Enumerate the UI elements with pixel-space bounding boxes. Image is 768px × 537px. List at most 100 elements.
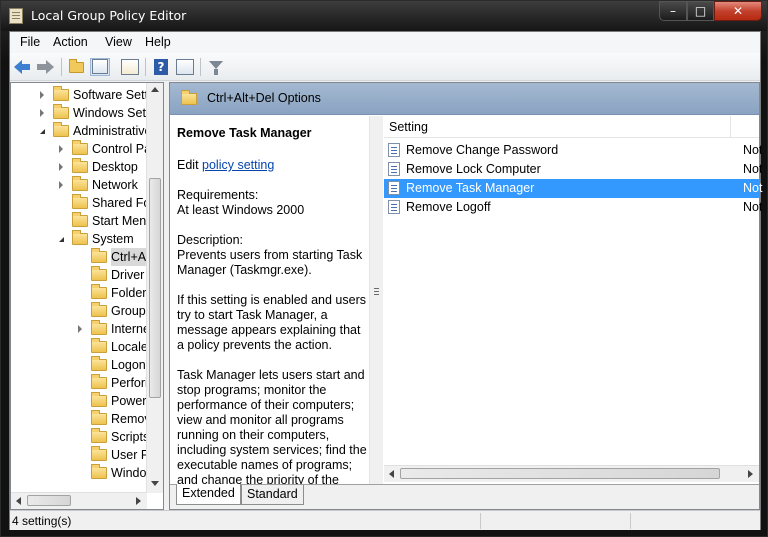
- forward-arrow-icon[interactable]: [36, 58, 56, 76]
- tab-extended[interactable]: Extended: [176, 484, 241, 505]
- collapsed-arrow-icon[interactable]: [40, 109, 44, 117]
- tree-node[interactable]: Windows Sett: [11, 104, 150, 122]
- category-title: Ctrl+Alt+Del Options: [207, 91, 321, 105]
- close-button[interactable]: ✕: [714, 1, 762, 21]
- title-bar[interactable]: Local Group Policy Editor – □ ✕: [1, 1, 767, 31]
- expanded-arrow-icon[interactable]: [59, 237, 64, 242]
- scroll-up-arrow-icon[interactable]: [151, 87, 159, 92]
- list-item[interactable]: Remove Change Password Not: [384, 141, 762, 160]
- toolbar-separator: [61, 58, 62, 76]
- folder-icon: [53, 104, 69, 119]
- tree-node-label: Start Menu: [92, 214, 154, 228]
- policy-setting-icon: [388, 162, 400, 176]
- edit-line: Edit policy setting: [177, 158, 369, 173]
- tree-scroll-thumb[interactable]: [149, 178, 161, 398]
- list-hscroll-thumb[interactable]: [400, 468, 720, 479]
- tree-hscroll-thumb[interactable]: [27, 495, 71, 506]
- maximize-button[interactable]: □: [687, 1, 714, 21]
- window-frame: Local Group Policy Editor – □ ✕ File Act…: [0, 0, 768, 537]
- folder-icon: [72, 176, 88, 191]
- folder-icon: [91, 428, 107, 443]
- tree-node[interactable]: Group: [11, 302, 148, 320]
- scroll-left-arrow-icon[interactable]: [389, 470, 394, 478]
- status-bar: 4 setting(s): [10, 510, 760, 530]
- menu-help[interactable]: Help: [145, 35, 171, 49]
- setting-heading: Remove Task Manager: [177, 126, 312, 140]
- tree-node[interactable]: Interne: [11, 320, 150, 338]
- policy-setting-link[interactable]: policy setting: [202, 158, 274, 172]
- list-item[interactable]: Remove Logoff Not: [384, 198, 762, 217]
- tree-node[interactable]: Locale: [11, 338, 148, 356]
- tree-vertical-scrollbar[interactable]: [146, 83, 163, 493]
- tree-node[interactable]: Control Pa: [11, 140, 151, 158]
- folder-icon: [91, 374, 107, 389]
- folder-icon: [72, 140, 88, 155]
- window-title: Local Group Policy Editor: [31, 8, 187, 23]
- scroll-left-arrow-icon[interactable]: [16, 497, 21, 505]
- description-text: Prevents users from starting Task Manage…: [177, 248, 363, 277]
- collapsed-arrow-icon[interactable]: [40, 91, 44, 99]
- description-block: Description: Prevents users from starting…: [177, 233, 369, 278]
- navigation-tree[interactable]: Software Setti Windows Sett Administrative…: [10, 82, 164, 510]
- requirements: Requirements: At least Windows 2000: [177, 188, 369, 218]
- tree-node[interactable]: Folder: [11, 284, 148, 302]
- tree-node-label: Windows Sett: [73, 106, 150, 120]
- tree-node[interactable]: User Pr: [11, 446, 153, 464]
- expanded-arrow-icon[interactable]: [40, 129, 45, 134]
- list-horizontal-scrollbar[interactable]: [384, 465, 759, 482]
- tree-node[interactable]: Perfori: [11, 374, 148, 392]
- tree-node[interactable]: Windo: [11, 464, 148, 482]
- list-item[interactable]: Remove Lock Computer Not: [384, 160, 763, 179]
- collapsed-arrow-icon[interactable]: [78, 325, 82, 333]
- back-arrow-icon[interactable]: [14, 58, 34, 76]
- collapsed-arrow-icon[interactable]: [59, 163, 63, 171]
- status-text: 4 setting(s): [12, 514, 72, 528]
- tree-node[interactable]: Desktop: [11, 158, 148, 176]
- column-divider[interactable]: [730, 116, 731, 138]
- scroll-right-arrow-icon[interactable]: [748, 470, 753, 478]
- requirements-label: Requirements:: [177, 188, 259, 202]
- scroll-down-arrow-icon[interactable]: [151, 481, 159, 486]
- properties-pane-icon[interactable]: [175, 58, 195, 76]
- tree-node[interactable]: Ctrl+A: [11, 248, 148, 266]
- up-folder-icon[interactable]: [67, 58, 87, 76]
- minimize-button[interactable]: –: [659, 1, 687, 21]
- tree-node[interactable]: Shared Fol: [11, 194, 153, 212]
- tree-horizontal-scrollbar[interactable]: [11, 492, 147, 509]
- menu-file[interactable]: File: [20, 35, 40, 49]
- tree-node-label: System: [92, 232, 134, 246]
- collapsed-arrow-icon[interactable]: [59, 145, 63, 153]
- tree-node[interactable]: Network: [11, 176, 148, 194]
- tree-node[interactable]: Software Setti: [11, 86, 151, 104]
- tree-node[interactable]: System: [11, 230, 148, 248]
- tree-node-label: Scripts: [111, 430, 150, 444]
- menu-view[interactable]: View: [105, 35, 132, 49]
- setting-state: Not: [743, 162, 763, 176]
- list-item[interactable]: Remove Task Manager Not: [384, 179, 762, 198]
- tree-node[interactable]: Logon: [11, 356, 148, 374]
- splitter-grip[interactable]: [369, 116, 383, 484]
- extended-description: Remove Task Manager Edit policy setting …: [170, 116, 369, 484]
- folder-icon: [72, 194, 88, 209]
- tree-node[interactable]: Remov: [11, 410, 151, 428]
- description-para3: Task Manager lets users start and stop p…: [177, 368, 367, 484]
- tree-node[interactable]: Start Menu: [11, 212, 153, 230]
- folder-icon: [91, 446, 107, 461]
- tree-node[interactable]: Power: [11, 392, 148, 410]
- tab-standard[interactable]: Standard: [241, 485, 304, 505]
- export-list-icon[interactable]: [120, 58, 140, 76]
- requirements-value: At least Windows 2000: [177, 203, 305, 217]
- column-header-setting[interactable]: Setting: [384, 116, 759, 138]
- collapsed-arrow-icon[interactable]: [59, 181, 63, 189]
- tree-node-label: Interne: [111, 322, 150, 336]
- menu-action[interactable]: Action: [53, 35, 88, 49]
- help-icon[interactable]: ?: [151, 58, 171, 76]
- show-hide-tree-icon[interactable]: [90, 58, 110, 76]
- edit-prefix: Edit: [177, 158, 203, 172]
- tree-node[interactable]: Driver I: [11, 266, 151, 284]
- tree-node[interactable]: Administrative: [11, 122, 152, 140]
- tree-node-label: Network: [92, 178, 138, 192]
- tree-node[interactable]: Scripts: [11, 428, 150, 446]
- filter-icon[interactable]: [206, 58, 226, 76]
- scroll-right-arrow-icon[interactable]: [136, 497, 141, 505]
